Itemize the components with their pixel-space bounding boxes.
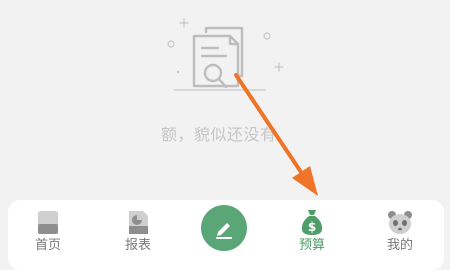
sparkle-dot — [176, 70, 180, 74]
nav-item-budget[interactable]: $ 预算 — [280, 208, 344, 258]
empty-state-message: 额，貌似还没有 — [161, 125, 277, 144]
nav-label-report: 报表 — [124, 238, 151, 253]
sparkle-plus-icon — [274, 62, 284, 72]
nav-item-mine[interactable]: 我的 — [368, 208, 432, 258]
pencil-icon — [216, 223, 232, 239]
document-search-icon — [192, 26, 244, 89]
empty-state-illustration — [167, 18, 284, 91]
sparkle-circle — [263, 32, 271, 40]
sparkle-plus-icon — [179, 18, 189, 28]
nav-item-report[interactable]: 报表 — [106, 208, 170, 258]
home-icon — [38, 211, 58, 234]
bottom-navigation: 首页 报表 $ 预算 我的 — [8, 200, 444, 270]
svg-text:$: $ — [308, 220, 316, 234]
nav-label-mine: 我的 — [386, 238, 413, 253]
sparkle-circle — [167, 40, 175, 48]
add-record-button[interactable] — [201, 205, 247, 251]
nav-item-home[interactable]: 首页 — [16, 208, 80, 258]
panda-icon — [388, 211, 412, 234]
money-bag-icon: $ — [301, 210, 323, 235]
report-icon — [129, 211, 148, 234]
nav-label-home: 首页 — [34, 238, 61, 253]
nav-label-budget: 预算 — [298, 238, 325, 253]
